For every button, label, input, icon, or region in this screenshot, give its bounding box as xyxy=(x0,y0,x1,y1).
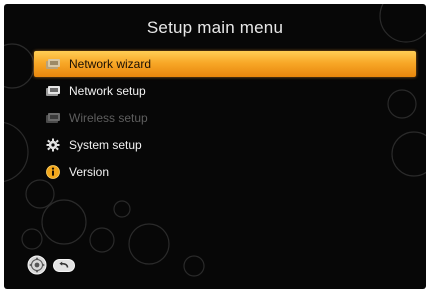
network-wizard-icon xyxy=(46,59,60,69)
menu-item-label: Network wizard xyxy=(69,57,152,71)
nav-hints xyxy=(27,255,75,275)
setup-screen: Setup main menu Network wizard Network s… xyxy=(4,4,426,289)
menu-item-wireless-setup[interactable]: Wireless setup xyxy=(34,105,416,131)
setup-menu: Network wizard Network setup Wireless se… xyxy=(34,51,416,186)
menu-item-system-setup[interactable]: System setup xyxy=(34,132,416,158)
back-icon xyxy=(53,258,75,272)
menu-item-label: Wireless setup xyxy=(69,111,148,125)
menu-item-network-setup[interactable]: Network setup xyxy=(34,78,416,104)
menu-item-version[interactable]: Version xyxy=(34,159,416,185)
menu-item-label: System setup xyxy=(69,138,142,152)
menu-item-label: Network setup xyxy=(69,84,146,98)
wireless-setup-icon xyxy=(46,113,60,123)
network-setup-icon xyxy=(46,86,60,96)
info-icon xyxy=(46,165,60,179)
page-title: Setup main menu xyxy=(146,18,284,37)
gear-icon xyxy=(46,138,60,152)
dpad-icon xyxy=(27,255,47,275)
menu-item-network-wizard[interactable]: Network wizard xyxy=(34,51,416,77)
menu-item-label: Version xyxy=(69,165,110,179)
